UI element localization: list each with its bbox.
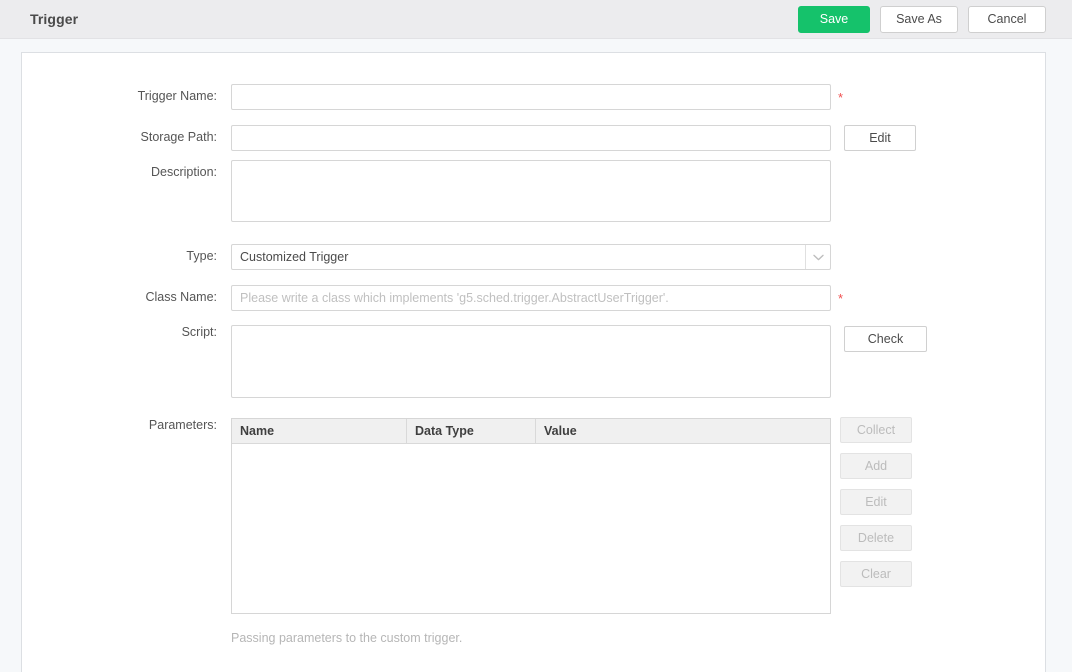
script-check-button[interactable]: Check xyxy=(844,326,927,352)
top-header-bar: Trigger Save Save As Cancel xyxy=(0,0,1072,39)
chevron-down-icon xyxy=(805,245,830,269)
add-button[interactable]: Add xyxy=(840,453,912,479)
class-name-input[interactable] xyxy=(231,285,831,311)
clear-button[interactable]: Clear xyxy=(840,561,912,587)
script-textarea[interactable] xyxy=(231,325,831,398)
collect-button[interactable]: Collect xyxy=(840,417,912,443)
trigger-name-required-marker: * xyxy=(838,91,843,104)
description-label: Description: xyxy=(22,165,217,179)
delete-button[interactable]: Delete xyxy=(840,525,912,551)
storage-path-input[interactable] xyxy=(231,125,831,151)
page-title: Trigger xyxy=(30,11,78,27)
content-panel: Trigger Name: * Storage Path: Edit Descr… xyxy=(21,52,1046,672)
storage-path-edit-button[interactable]: Edit xyxy=(844,125,916,151)
class-name-required-marker: * xyxy=(838,292,843,305)
storage-path-label: Storage Path: xyxy=(22,130,217,144)
save-as-button[interactable]: Save As xyxy=(880,6,958,33)
edit-parameter-button[interactable]: Edit xyxy=(840,489,912,515)
parameters-hint: Passing parameters to the custom trigger… xyxy=(231,631,462,645)
column-header-value: Value xyxy=(536,419,830,443)
column-header-data-type: Data Type xyxy=(407,419,536,443)
script-label: Script: xyxy=(22,325,217,339)
type-select-value: Customized Trigger xyxy=(232,245,805,269)
trigger-name-input[interactable] xyxy=(231,84,831,110)
trigger-name-label: Trigger Name: xyxy=(22,89,217,103)
cancel-button[interactable]: Cancel xyxy=(968,6,1046,33)
type-select[interactable]: Customized Trigger xyxy=(231,244,831,270)
type-label: Type: xyxy=(22,249,217,263)
header-actions: Save Save As Cancel xyxy=(798,6,1046,33)
parameters-table-body[interactable] xyxy=(232,444,830,614)
column-header-name: Name xyxy=(232,419,407,443)
description-textarea[interactable] xyxy=(231,160,831,222)
parameters-label: Parameters: xyxy=(22,418,217,432)
save-button[interactable]: Save xyxy=(798,6,870,33)
parameters-table-header: Name Data Type Value xyxy=(232,419,830,444)
parameters-table: Name Data Type Value xyxy=(231,418,831,614)
class-name-label: Class Name: xyxy=(22,290,217,304)
